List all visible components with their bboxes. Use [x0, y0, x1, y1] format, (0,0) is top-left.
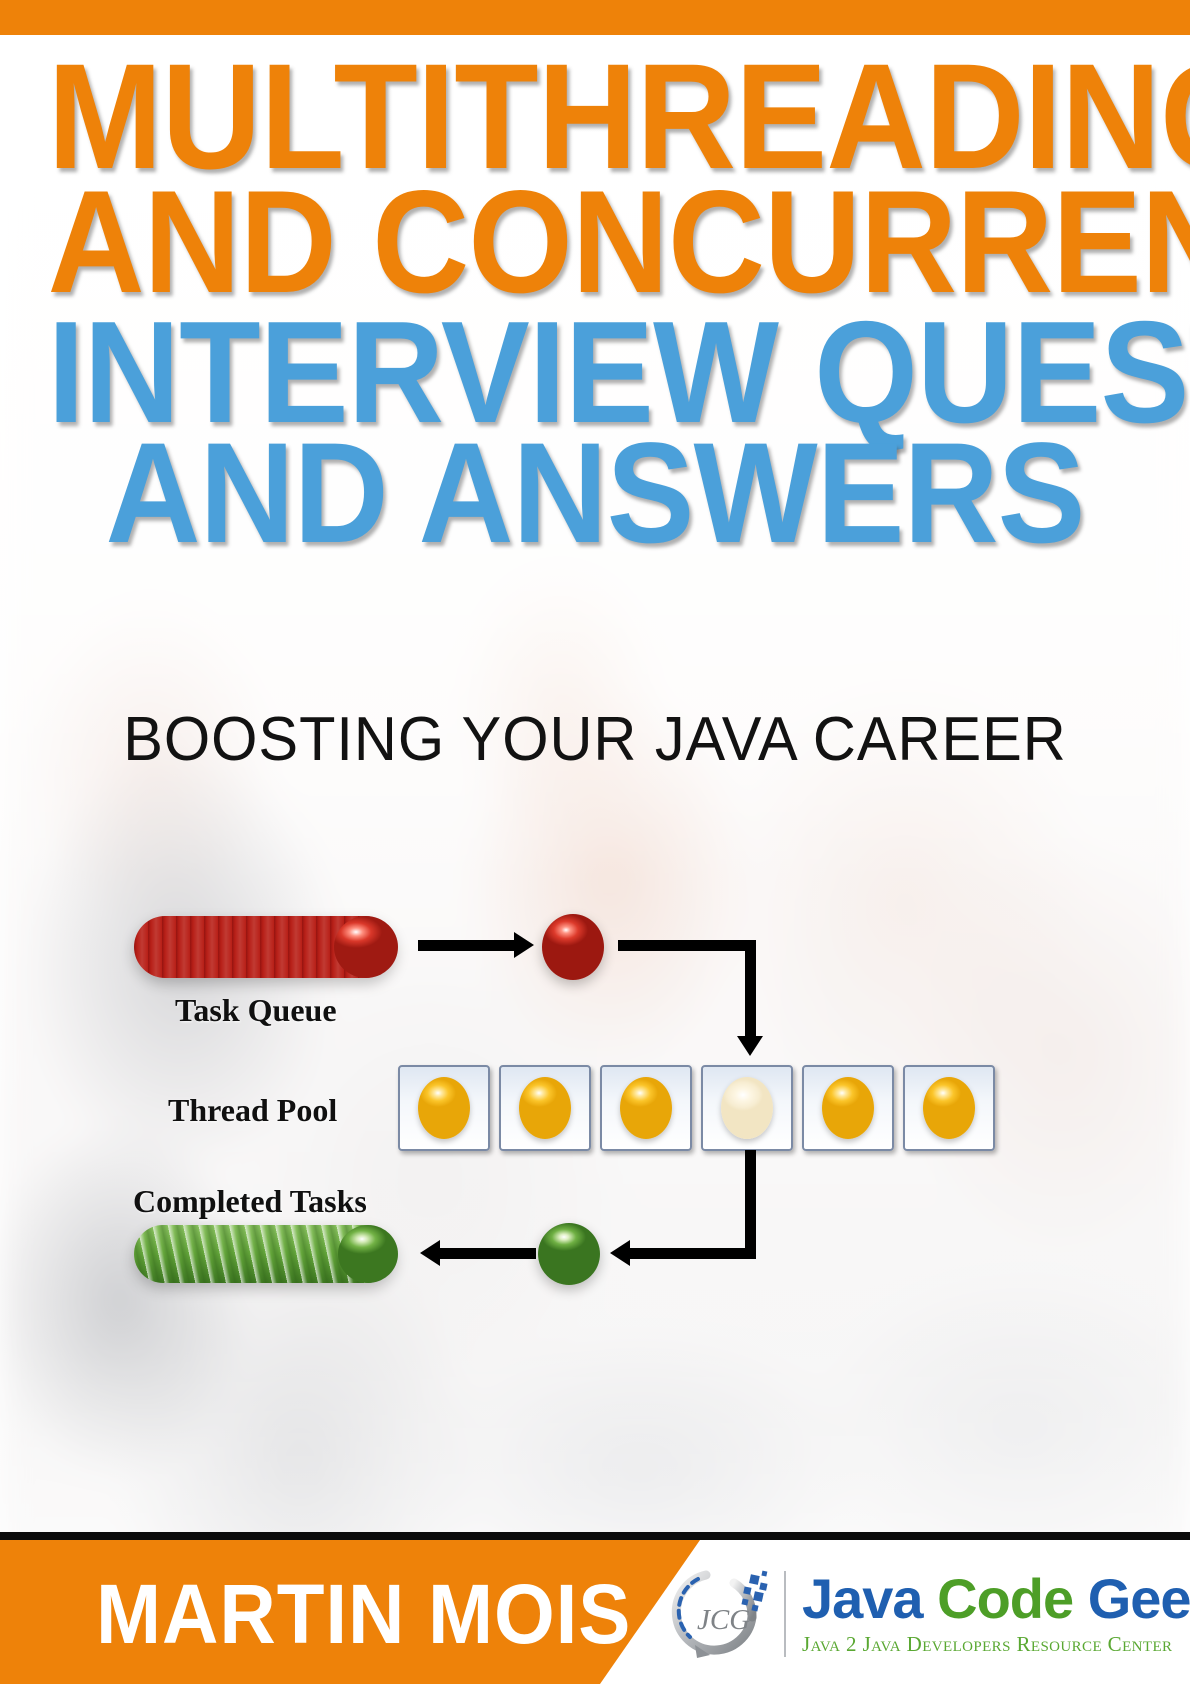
completed-tasks-stack-icon [134, 1225, 398, 1283]
thread-idle-icon [721, 1077, 773, 1139]
logo-wordmark: Java Code Geeks Java 2 Java Developers R… [802, 1571, 1190, 1657]
bottom-bar: MARTIN MOIS JCG Java Code Gee Java 2 Jav… [0, 1540, 1190, 1684]
thread-slot [398, 1065, 490, 1151]
arrow-task-to-pool-vertical [745, 940, 756, 1041]
author-name: MARTIN MOIS [96, 1567, 632, 1661]
thread-slot [600, 1065, 692, 1151]
arrow-task-to-pool-horizontal [618, 940, 756, 951]
thread-slot [701, 1065, 793, 1151]
arrow-pool-to-done-head-icon [610, 1240, 630, 1266]
thread-slot [499, 1065, 591, 1151]
thread-slot [903, 1065, 995, 1151]
task-queue-label: Task Queue [175, 992, 337, 1028]
jcg-initials: JCG [697, 1604, 750, 1636]
arrow-done-to-stack-head-icon [420, 1240, 440, 1266]
arrow-queue-to-task-line [418, 940, 516, 951]
book-cover: MULTITHREADING AND CONCURRENCY INTERVIEW… [0, 0, 1190, 1684]
thread-pool-diagram: Task Queue Thread Pool Completed Tasks [0, 880, 1190, 1360]
logo-word-code: Code [937, 1567, 1074, 1630]
arrow-pool-to-done-vertical [745, 1150, 756, 1254]
publisher-logo: JCG Java Code Geeks Java 2 Java Develope… [664, 1552, 1190, 1676]
arrow-pool-to-done-horizontal [630, 1248, 756, 1259]
logo-word-java: Java [802, 1567, 924, 1630]
thread-busy-icon [620, 1077, 672, 1139]
task-queue-stack-icon [134, 916, 398, 978]
thread-pool-label: Thread Pool [168, 1092, 338, 1128]
completed-task-icon [538, 1223, 600, 1285]
title-line-4: AND ANSWERS [105, 413, 1085, 573]
thread-pool-row [398, 1065, 995, 1151]
thread-busy-icon [519, 1077, 571, 1139]
subtitle: BOOSTING YOUR JAVA CAREER [123, 705, 1067, 774]
arrow-queue-to-task-head-icon [514, 932, 534, 958]
single-task-icon [542, 914, 604, 980]
thread-busy-icon [418, 1077, 470, 1139]
logo-word-geeks: Geeks [1087, 1567, 1190, 1630]
logo-tagline: Java 2 Java Developers Resource Center [802, 1632, 1173, 1656]
title-line-2: AND CONCURRENCY [47, 160, 1190, 323]
jcg-swoosh-icon: JCG [664, 1559, 776, 1669]
logo-divider [784, 1571, 786, 1657]
thread-slot [802, 1065, 894, 1151]
title-block: MULTITHREADING AND CONCURRENCY INTERVIEW… [0, 41, 1190, 573]
completed-tasks-label: Completed Tasks [133, 1183, 367, 1219]
top-orange-bar [0, 0, 1190, 35]
arrow-done-to-stack-line [440, 1248, 536, 1259]
jcg-mark-svg: JCG [671, 1570, 768, 1658]
bottom-black-rule [0, 1532, 1190, 1540]
thread-busy-icon [822, 1077, 874, 1139]
thread-busy-icon [923, 1077, 975, 1139]
logo-main-line: Java Code Geeks [802, 1571, 1190, 1627]
arrow-task-to-pool-head-icon [737, 1036, 763, 1056]
